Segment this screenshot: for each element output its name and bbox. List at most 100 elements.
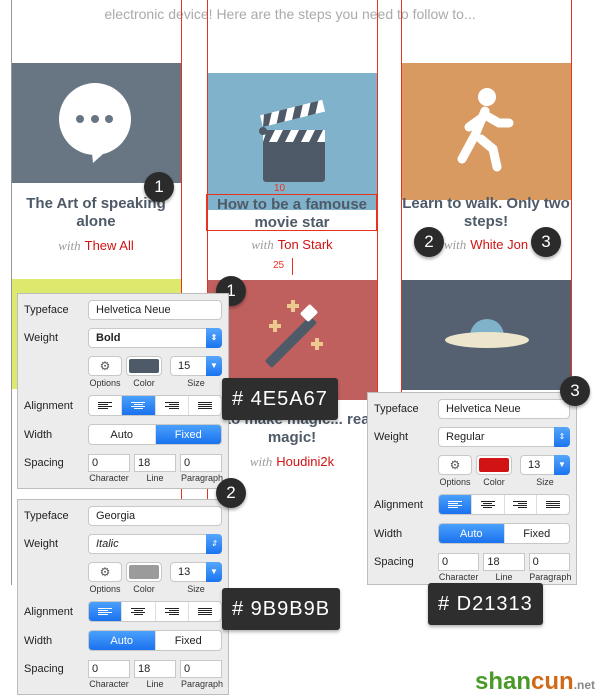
align-right-icon [164, 401, 179, 410]
align-justify-button[interactable] [537, 495, 569, 514]
text-style-panel: Typeface Helvetica Neue Weight Regular ⇕ … [367, 392, 577, 585]
card-image-ufo[interactable] [402, 280, 571, 390]
width-label: Width [24, 429, 53, 441]
chevron-updown-icon: ⇕ [206, 534, 222, 554]
card-image-movie[interactable] [208, 73, 377, 210]
step-badge: 3 [560, 376, 590, 406]
card-image-walk[interactable] [402, 63, 571, 200]
author-name[interactable]: Thew All [85, 238, 134, 253]
align-left-icon [447, 500, 462, 509]
options-button[interactable]: ⚙ [88, 562, 122, 582]
card-image-speaking[interactable] [12, 63, 181, 183]
typeface-label: Typeface [24, 304, 69, 316]
size-value: 13 [178, 566, 191, 578]
width-label: Width [374, 528, 403, 540]
typeface-input[interactable]: Georgia [88, 506, 222, 526]
character-caption: Character [89, 679, 129, 689]
align-center-button[interactable] [122, 602, 156, 621]
alignment-segmented-control [438, 494, 570, 515]
chevron-updown-icon: ⇕ [554, 427, 570, 447]
weight-label: Weight [24, 332, 59, 344]
align-right-button[interactable] [505, 495, 538, 514]
alignment-label: Alignment [24, 400, 73, 412]
align-right-icon [164, 607, 179, 616]
paragraph-spacing-input[interactable]: 0 [180, 454, 222, 472]
typeface-input[interactable]: Helvetica Neue [438, 399, 570, 419]
color-fill [479, 458, 509, 472]
paragraph-caption: Paragraph [180, 679, 224, 689]
with-label: with [58, 238, 81, 253]
card-title[interactable]: How to be a famouse movie star [207, 196, 377, 232]
align-right-button[interactable] [156, 602, 189, 621]
align-right-button[interactable] [156, 396, 189, 415]
spacing-measure-top: 10 [274, 183, 286, 194]
alignment-segmented-control [88, 395, 222, 416]
paragraph-spacing-input[interactable]: 0 [180, 660, 222, 678]
width-auto-button[interactable]: Auto [439, 524, 505, 543]
chevron-down-icon: ▼ [206, 356, 222, 376]
align-justify-button[interactable] [189, 396, 221, 415]
align-center-button[interactable] [122, 396, 156, 415]
author-name[interactable]: Ton Stark [278, 237, 333, 252]
line-spacing-input[interactable]: 18 [134, 660, 176, 678]
gear-icon: ⚙ [449, 458, 461, 472]
align-center-icon [131, 401, 146, 410]
align-center-icon [480, 500, 495, 509]
color-swatch[interactable] [126, 562, 162, 582]
character-spacing-input[interactable]: 0 [438, 553, 480, 571]
color-swatch[interactable] [476, 455, 512, 475]
color-fill [129, 359, 159, 373]
step-badge: 1 [144, 172, 174, 202]
size-caption: Size [187, 584, 205, 594]
paragraph-spacing-input[interactable]: 0 [528, 553, 570, 571]
watermark-logo: shancun.net [475, 668, 596, 695]
alignment-label: Alignment [374, 499, 423, 511]
spacing-label: Spacing [24, 663, 64, 675]
chevron-down-icon: ▼ [206, 562, 222, 582]
alignment-label: Alignment [24, 606, 73, 618]
weight-value: Italic [96, 538, 119, 550]
card-title[interactable]: Learn to walk. Only two steps! [401, 195, 571, 231]
color-caption: Color [483, 477, 505, 487]
clapperboard-icon [258, 99, 325, 182]
weight-select[interactable]: Italic ⇕ [88, 534, 222, 554]
width-fixed-button[interactable]: Fixed [155, 425, 221, 444]
line-spacing-input[interactable]: 18 [134, 454, 176, 472]
align-justify-button[interactable] [189, 602, 221, 621]
align-left-icon [98, 401, 113, 410]
chevron-updown-icon: ⇕ [206, 328, 222, 348]
color-swatch[interactable] [126, 356, 162, 376]
size-select[interactable]: 13 ▼ [520, 455, 570, 475]
options-button[interactable]: ⚙ [88, 356, 122, 376]
chevron-down-icon: ▼ [554, 455, 570, 475]
align-left-icon [98, 607, 113, 616]
intro-text: electronic device! Here are the steps yo… [104, 6, 476, 22]
width-fixed-button[interactable]: Fixed [505, 524, 570, 543]
line-spacing-input[interactable]: 18 [483, 553, 525, 571]
weight-select[interactable]: Regular ⇕ [438, 427, 570, 447]
step-badge: 3 [531, 227, 561, 257]
size-value: 13 [528, 459, 541, 471]
paragraph-caption: Paragraph [529, 572, 572, 582]
align-left-button[interactable] [439, 495, 472, 514]
options-button[interactable]: ⚙ [438, 455, 472, 475]
size-select[interactable]: 15 ▼ [170, 356, 222, 376]
author-name[interactable]: White Jon [470, 237, 528, 252]
size-caption: Size [187, 378, 205, 388]
width-fixed-button[interactable]: Fixed [156, 631, 222, 650]
align-left-button[interactable] [89, 396, 123, 415]
size-select[interactable]: 13 ▼ [170, 562, 222, 582]
align-center-button[interactable] [472, 495, 505, 514]
with-label: with [251, 237, 274, 252]
width-segmented-control: Auto Fixed [88, 630, 222, 651]
character-spacing-input[interactable]: 0 [88, 454, 130, 472]
gear-icon: ⚙ [99, 359, 111, 373]
align-left-button[interactable] [89, 602, 123, 621]
width-auto-button[interactable]: Auto [89, 631, 156, 650]
typeface-input[interactable]: Helvetica Neue [88, 300, 222, 320]
character-spacing-input[interactable]: 0 [88, 660, 130, 678]
weight-select[interactable]: Bold ⇕ [88, 328, 222, 348]
width-auto-button[interactable]: Auto [89, 425, 156, 444]
author-name[interactable]: Houdini2k [276, 454, 334, 469]
color-tooltip: # 4E5A67 [222, 378, 338, 420]
